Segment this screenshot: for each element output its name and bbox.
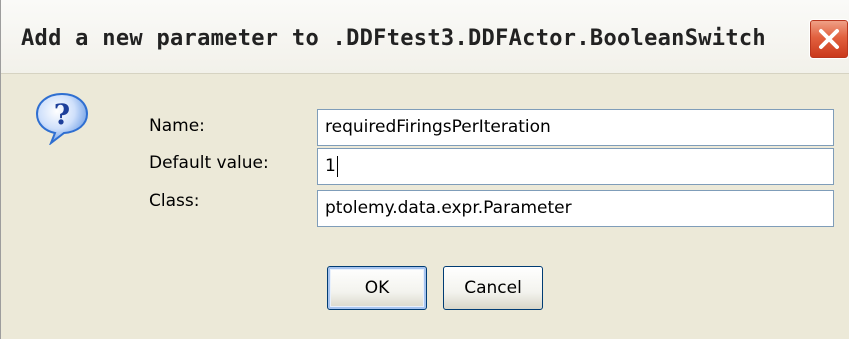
class-value: ptolemy.data.expr.Parameter [325, 198, 572, 218]
title-bar[interactable]: Add a new parameter to .DDFtest3.DDFActo… [1, 0, 849, 74]
question-glyph: ? [54, 98, 70, 131]
name-label: Name: [149, 116, 205, 136]
name-value: requiredFiringsPerIteration [325, 117, 551, 137]
close-button[interactable] [809, 19, 849, 59]
default-value-text: 1 [325, 156, 336, 176]
cancel-button[interactable]: Cancel [443, 266, 543, 310]
close-icon [819, 29, 839, 49]
text-caret [336, 155, 338, 177]
default-value-label: Default value: [149, 153, 269, 173]
question-icon: ? [35, 92, 89, 145]
ok-button[interactable]: OK [327, 266, 427, 310]
name-field[interactable]: requiredFiringsPerIteration [317, 109, 834, 146]
window-title: Add a new parameter to .DDFtest3.DDFActo… [21, 26, 766, 51]
class-label: Class: [149, 191, 200, 211]
class-field[interactable]: ptolemy.data.expr.Parameter [317, 190, 834, 227]
default-value-field[interactable]: 1 [317, 148, 834, 185]
add-parameter-dialog: Add a new parameter to .DDFtest3.DDFActo… [0, 0, 849, 339]
